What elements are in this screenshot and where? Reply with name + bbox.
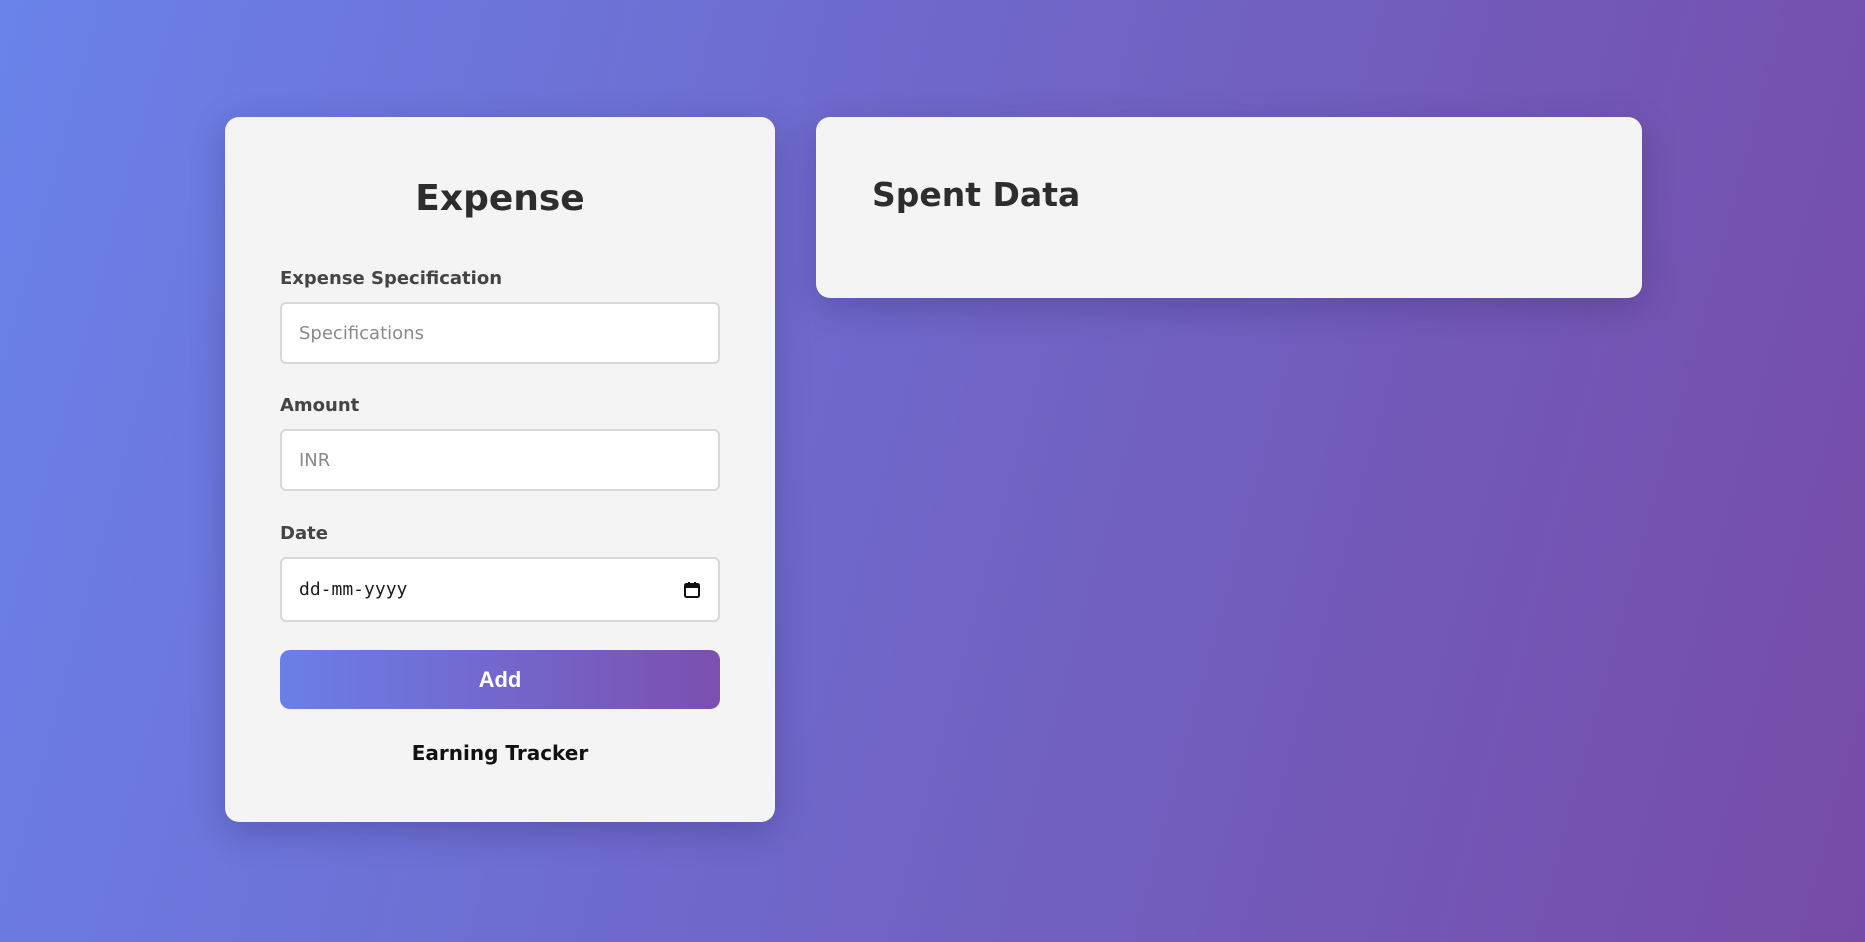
add-button[interactable]: Add: [280, 650, 720, 709]
date-input[interactable]: dd-mm-yyyy: [280, 557, 720, 622]
specification-label: Expense Specification: [280, 268, 503, 289]
amount-input[interactable]: [280, 429, 720, 491]
spent-data-card: Spent Data: [816, 117, 1642, 298]
spent-data-title: Spent Data: [872, 175, 1081, 214]
calendar-icon[interactable]: [683, 581, 701, 599]
earning-tracker-link[interactable]: Earning Tracker: [225, 741, 775, 765]
date-label: Date: [280, 523, 328, 544]
specification-input[interactable]: [280, 302, 720, 364]
expense-title: Expense: [415, 178, 585, 219]
amount-label: Amount: [280, 395, 360, 416]
expense-form-card: Expense Expense Specification Amount Dat…: [225, 117, 775, 822]
date-value: dd-mm-yyyy: [299, 579, 408, 600]
